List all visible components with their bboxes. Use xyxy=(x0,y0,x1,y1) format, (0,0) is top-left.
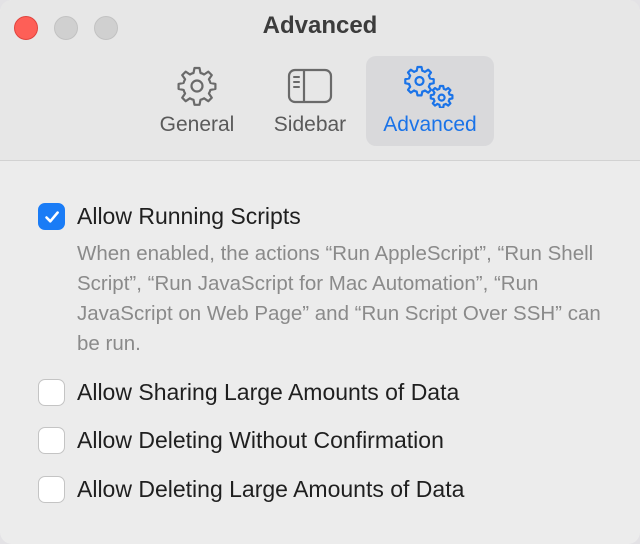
settings-content: Allow Running Scripts When enabled, the … xyxy=(0,161,640,544)
tab-advanced[interactable]: Advanced xyxy=(366,56,494,146)
sidebar-icon xyxy=(262,64,358,108)
allow-sharing-large-data-label: Allow Sharing Large Amounts of Data xyxy=(77,379,460,405)
option-allow-deleting-without-confirmation[interactable]: Allow Deleting Without Confirmation xyxy=(38,427,444,454)
allow-deleting-without-confirmation-checkbox[interactable] xyxy=(38,427,65,454)
toolbar: Advanced General Sidebar Advanced xyxy=(0,0,640,161)
preferences-window: Advanced General Sidebar Advanced Allow … xyxy=(0,0,640,544)
tab-sidebar[interactable]: Sidebar xyxy=(262,56,358,146)
gear-icon xyxy=(146,64,248,108)
option-allow-running-scripts[interactable]: Allow Running Scripts xyxy=(38,203,301,230)
tab-sidebar-label: Sidebar xyxy=(273,113,347,136)
allow-running-scripts-description: When enabled, the actions “Run AppleScri… xyxy=(77,242,601,355)
allow-deleting-large-data-label: Allow Deleting Large Amounts of Data xyxy=(77,476,465,502)
checkmark-icon xyxy=(44,210,59,223)
allow-running-scripts-label: Allow Running Scripts xyxy=(77,203,301,229)
option-allow-deleting-large-data[interactable]: Allow Deleting Large Amounts of Data xyxy=(38,476,464,503)
window-title: Advanced xyxy=(262,12,378,39)
allow-deleting-large-data-checkbox[interactable] xyxy=(38,476,65,503)
tab-general-label: General xyxy=(159,113,235,136)
tab-general[interactable]: General xyxy=(146,56,248,146)
allow-sharing-large-data-checkbox[interactable] xyxy=(38,379,65,406)
tab-advanced-label: Advanced xyxy=(383,113,477,136)
allow-running-scripts-checkbox[interactable] xyxy=(38,203,65,230)
allow-deleting-without-confirmation-label: Allow Deleting Without Confirmation xyxy=(77,427,444,453)
option-allow-sharing-large-data[interactable]: Allow Sharing Large Amounts of Data xyxy=(38,379,459,406)
gears-icon xyxy=(366,64,494,108)
